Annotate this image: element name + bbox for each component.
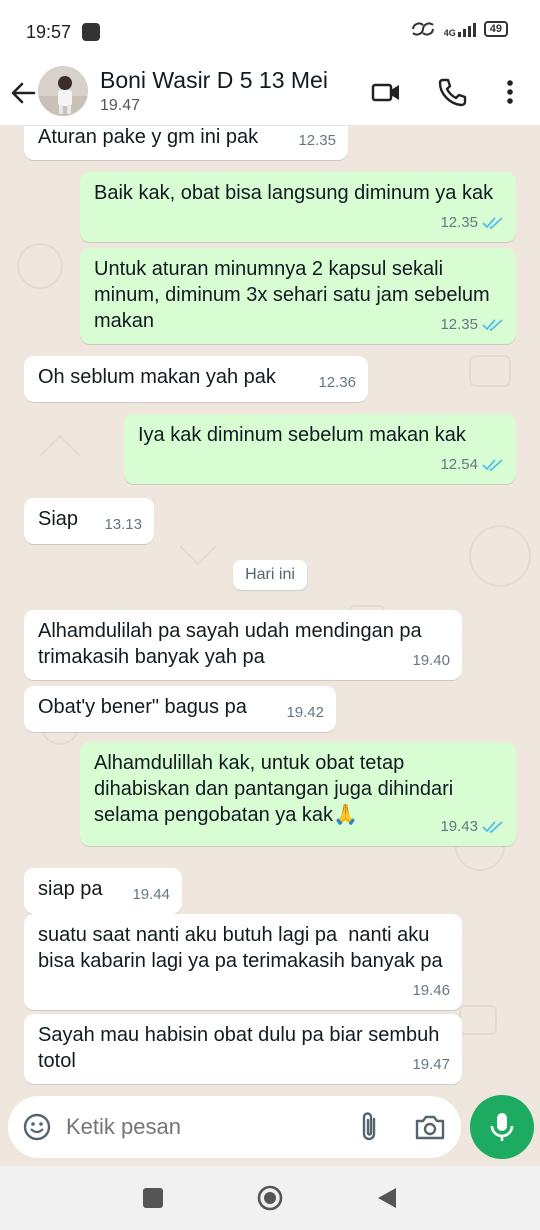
status-time: 19:57 xyxy=(26,22,72,42)
chat-area[interactable]: Aturan pake y gm ini pak 12.35 Baik kak,… xyxy=(0,126,540,1086)
status-bar: 19:57 4G 49 xyxy=(0,0,540,60)
message-time: 12.35 xyxy=(440,316,478,333)
message-bubble-incoming[interactable]: Obat'y bener" bagus pa 19.42 xyxy=(24,686,336,732)
back-arrow-icon[interactable] xyxy=(8,78,38,108)
avatar[interactable] xyxy=(38,66,88,116)
message-meta: 19.43 xyxy=(440,814,504,840)
message-composer xyxy=(8,1096,461,1158)
notification-icon xyxy=(82,23,100,41)
message-bubble-incoming[interactable]: Aturan pake y gm ini pak 12.35 xyxy=(24,126,348,160)
hotspot-icon xyxy=(411,22,434,36)
system-nav-bar xyxy=(0,1166,540,1230)
message-text: siap pa xyxy=(38,878,103,900)
message-time: 12.35 xyxy=(440,214,478,231)
message-time: 19.43 xyxy=(440,818,478,835)
message-bubble-incoming[interactable]: suatu saat nanti aku butuh lagi pa nanti… xyxy=(24,914,462,1010)
message-text: Untuk aturan minumnya 2 kapsul sekali mi… xyxy=(94,258,496,332)
message-bubble-outgoing[interactable]: Alhamdulillah kak, untuk obat tetap diha… xyxy=(80,742,516,846)
chat-header: Boni Wasir D 5 13 Mei 19.47 xyxy=(0,60,540,126)
recents-icon[interactable] xyxy=(143,1188,163,1208)
message-time: 19.44 xyxy=(132,886,170,903)
camera-icon[interactable] xyxy=(414,1112,446,1142)
message-bubble-incoming[interactable]: Siap 13.13 xyxy=(24,498,154,544)
message-input[interactable] xyxy=(66,1114,336,1140)
status-indicators: 4G 49 xyxy=(410,20,508,38)
message-text: Alhamdulillah kak, untuk obat tetap diha… xyxy=(94,752,459,826)
message-meta: 12.35 xyxy=(440,210,504,236)
message-text: Iya kak diminum sebelum makan kak xyxy=(138,424,466,446)
home-icon[interactable] xyxy=(256,1184,284,1212)
last-seen: 19.47 xyxy=(100,97,141,114)
message-time: 19.46 xyxy=(412,982,450,999)
message-text: Siap xyxy=(38,508,79,530)
network-type: 4G xyxy=(443,28,456,38)
mic-icon xyxy=(490,1113,514,1141)
signal-icon xyxy=(457,21,476,37)
video-call-icon[interactable] xyxy=(370,76,402,108)
message-text: Sayah mau habisin obat dulu pa biar semb… xyxy=(38,1024,445,1072)
message-meta: 12.35 xyxy=(440,312,504,338)
message-meta: 12.54 xyxy=(440,452,504,478)
message-text: Obat'y bener" bagus pa xyxy=(38,696,247,718)
read-ticks-icon xyxy=(482,459,503,472)
phone-icon[interactable] xyxy=(436,76,468,108)
nav-back-icon[interactable] xyxy=(376,1186,398,1210)
message-text: Baik kak, obat bisa langsung diminum ya … xyxy=(94,182,494,204)
mic-button[interactable] xyxy=(470,1095,534,1159)
message-bubble-outgoing[interactable]: Untuk aturan minumnya 2 kapsul sekali mi… xyxy=(80,248,516,344)
message-time: 19.42 xyxy=(286,704,324,721)
message-time: 12.36 xyxy=(318,374,356,391)
message-bubble-incoming[interactable]: Oh seblum makan yah pak 12.36 xyxy=(24,356,368,402)
message-time: 19.40 xyxy=(412,652,450,669)
avatar-image xyxy=(38,66,88,116)
message-time: 13.13 xyxy=(104,516,142,533)
message-bubble-outgoing[interactable]: Baik kak, obat bisa langsung diminum ya … xyxy=(80,172,516,242)
attach-icon[interactable] xyxy=(354,1110,384,1144)
message-time: 12.35 xyxy=(298,132,336,149)
message-bubble-outgoing[interactable]: Iya kak diminum sebelum makan kak 12.54 xyxy=(124,414,516,484)
contact-name[interactable]: Boni Wasir D 5 13 Mei xyxy=(100,67,328,94)
read-ticks-icon xyxy=(482,217,503,230)
message-time: 12.54 xyxy=(440,456,478,473)
message-text: suatu saat nanti aku butuh lagi pa nanti… xyxy=(38,924,443,972)
message-text: Aturan pake y gm ini pak xyxy=(38,126,259,148)
emoji-icon[interactable] xyxy=(22,1112,52,1142)
more-vert-icon[interactable] xyxy=(494,76,526,108)
battery-icon: 49 xyxy=(483,21,508,37)
message-bubble-incoming[interactable]: siap pa 19.44 xyxy=(24,868,182,914)
read-ticks-icon xyxy=(482,821,503,834)
message-bubble-incoming[interactable]: Alhamdulilah pa sayah udah mendingan pa … xyxy=(24,610,462,680)
message-text: Alhamdulilah pa sayah udah mendingan pa … xyxy=(38,620,428,668)
date-divider: Hari ini xyxy=(233,560,307,590)
message-bubble-incoming[interactable]: Sayah mau habisin obat dulu pa biar semb… xyxy=(24,1014,462,1084)
message-text: Oh seblum makan yah pak xyxy=(38,366,276,388)
message-time: 19.47 xyxy=(412,1056,450,1073)
read-ticks-icon xyxy=(482,319,503,332)
